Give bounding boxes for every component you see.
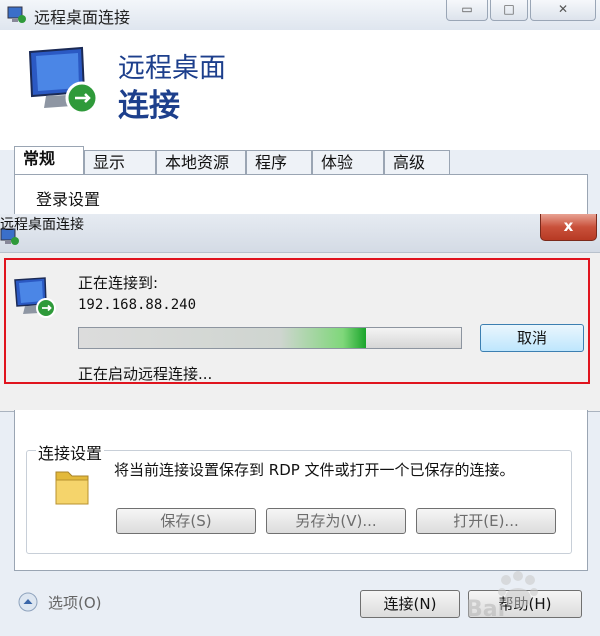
- cancel-button[interactable]: 取消: [480, 324, 584, 352]
- open-button[interactable]: 打开(E)...: [416, 508, 556, 534]
- main-close-button[interactable]: ✕: [530, 0, 596, 21]
- progress-fill: [79, 328, 366, 348]
- connect-button[interactable]: 连接(N): [360, 590, 460, 618]
- tab-display[interactable]: 显示: [84, 150, 156, 174]
- tab-programs[interactable]: 程序: [246, 150, 312, 174]
- remote-desktop-icon: [7, 6, 26, 23]
- connecting-to-label: 正在连接到:: [78, 274, 159, 292]
- main-title-bar: 远程桌面连接 ▭ □ ✕: [0, 0, 600, 31]
- dialog-title-bar: [0, 214, 600, 253]
- dialog-close-button[interactable]: x: [540, 214, 597, 241]
- minimize-button[interactable]: ▭: [446, 0, 488, 21]
- connection-status-text: 正在启动远程连接...: [78, 365, 213, 383]
- tab-experience[interactable]: 体验: [312, 150, 384, 174]
- connection-settings-description: 将当前连接设置保存到 RDP 文件或打开一个已保存的连接。: [114, 461, 515, 479]
- save-as-button[interactable]: 另存为(V)...: [266, 508, 406, 534]
- maximize-button[interactable]: □: [490, 0, 528, 21]
- computer-connection-icon: [14, 277, 56, 318]
- dialog-title: 远程桌面连接: [0, 217, 84, 233]
- tab-advanced[interactable]: 高级: [384, 150, 450, 174]
- watermark-logo: Bai: [466, 571, 538, 622]
- tab-general[interactable]: 常规: [14, 146, 84, 175]
- main-window-title: 远程桌面连接: [34, 8, 131, 27]
- options-toggle[interactable]: 选项(O): [48, 592, 102, 613]
- connection-settings-title: 连接设置: [36, 440, 105, 464]
- save-button[interactable]: 保存(S): [116, 508, 256, 534]
- target-address: 192.168.88.240: [78, 297, 197, 313]
- computer-connection-icon: [28, 46, 99, 115]
- tab-panel: [14, 174, 588, 215]
- tab-local-resources[interactable]: 本地资源: [156, 150, 246, 174]
- svg-text:Bai: Bai: [466, 597, 505, 622]
- expand-options-icon[interactable]: [18, 592, 38, 612]
- banner-title-line2: 连接: [118, 88, 180, 124]
- login-settings-title: 登录设置: [36, 190, 101, 209]
- connection-progress-bar: [78, 327, 462, 349]
- folder-icon: [55, 471, 89, 505]
